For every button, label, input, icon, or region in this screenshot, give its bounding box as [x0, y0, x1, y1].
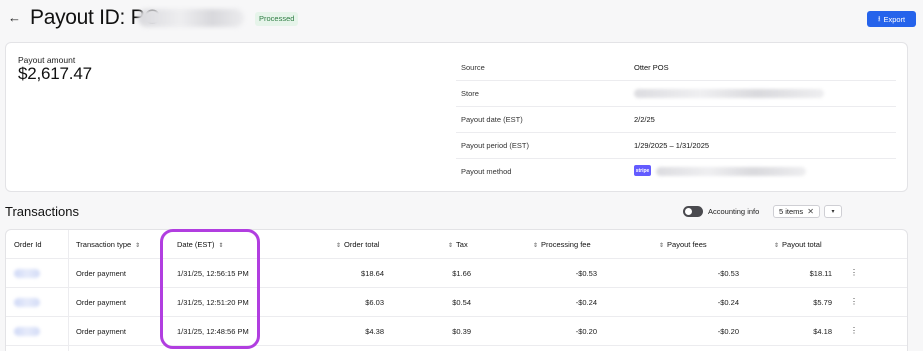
col-header-order-total[interactable]: ⇕ Order total [336, 240, 379, 249]
cell-tax: $1.66 [452, 269, 471, 278]
col-header-label: Payout total [782, 240, 822, 249]
payout-summary-card: Payout amount $2,617.47 Source Otter POS… [5, 42, 908, 192]
cell-tax: $0.39 [452, 327, 471, 336]
cell-type: Order payment [76, 298, 127, 307]
cell-processing-fee: -$0.24 [575, 298, 597, 307]
redacted-order-id[interactable] [14, 327, 40, 336]
col-header-tax[interactable]: ⇕ Tax [448, 240, 468, 249]
cell-processing-fee: -$0.53 [575, 269, 597, 278]
more-options-icon[interactable]: ⋮ [850, 297, 858, 306]
detail-label: Store [461, 89, 479, 98]
detail-value: Otter POS [634, 63, 669, 72]
redacted-order-id[interactable] [14, 298, 40, 307]
payout-amount-value: $2,617.47 [18, 64, 92, 83]
cell-payout-fees: -$0.24 [717, 298, 739, 307]
cell-order-total: $4.38 [365, 327, 384, 336]
redacted-store-name [634, 89, 824, 98]
col-header-order-id: Order Id [14, 240, 42, 249]
cell-date: 1/31/25, 12:48:56 PM [177, 327, 249, 336]
stripe-logo-icon: stripe [634, 165, 651, 176]
detail-row-source: Source Otter POS [456, 55, 896, 81]
redacted-order-id[interactable] [14, 269, 40, 278]
table-row[interactable]: Order payment 1/31/25, 12:56:15 PM $18.6… [6, 258, 907, 287]
accounting-info-toggle[interactable] [683, 206, 703, 217]
col-header-transaction-type[interactable]: Transaction type ⇕ [76, 240, 140, 249]
col-header-label: Processing fee [541, 240, 591, 249]
col-header-processing-fee[interactable]: ⇕ Processing fee [533, 240, 591, 249]
export-label: Export [883, 14, 906, 24]
cell-type: Order payment [76, 269, 127, 278]
detail-label: Payout date (EST) [461, 115, 523, 124]
more-options-icon[interactable]: ⋮ [850, 326, 858, 335]
table-row[interactable]: Order payment 1/31/25, 12:51:20 PM $6.03… [6, 287, 907, 316]
cell-order-total: $6.03 [365, 298, 384, 307]
detail-value: 1/29/2025 – 1/31/2025 [634, 141, 710, 150]
col-header-label: Payout fees [667, 240, 707, 249]
sort-icon[interactable]: ⇕ [336, 243, 341, 249]
redacted-payout-method [656, 167, 806, 176]
detail-label: Payout period (EST) [461, 141, 529, 150]
detail-label: Source [461, 63, 485, 72]
table-row-partial [6, 345, 907, 351]
back-arrow-icon[interactable]: ← [8, 10, 21, 25]
cell-payout-total: $4.18 [813, 327, 832, 336]
cell-type: Order payment [76, 327, 127, 336]
sort-icon[interactable]: ⇕ [774, 243, 779, 249]
items-filter-chip[interactable]: 5 items ✕ [773, 205, 820, 218]
page-header: ← Payout ID: PO- Processed ⭳ Export [0, 0, 923, 38]
download-icon: ⭳ [877, 13, 881, 23]
transactions-heading: Transactions [5, 204, 79, 219]
sort-icon[interactable]: ⇕ [448, 243, 453, 249]
cell-processing-fee: -$0.20 [575, 327, 597, 336]
sort-icon[interactable]: ⇕ [135, 243, 140, 249]
cell-payout-total: $18.11 [809, 269, 832, 278]
cell-payout-fees: -$0.20 [717, 327, 739, 336]
cell-payout-fees: -$0.53 [717, 269, 739, 278]
cell-payout-total: $5.79 [813, 298, 832, 307]
col-header-label: Order total [344, 240, 380, 249]
cell-tax: $0.54 [452, 298, 471, 307]
col-header-label: Date (EST) [177, 240, 215, 249]
status-badge: Processed [255, 12, 299, 26]
more-options-icon[interactable]: ⋮ [850, 268, 858, 277]
col-header-label: Tax [456, 240, 468, 249]
detail-label: Payout method [461, 167, 512, 176]
accounting-info-label: Accounting info [708, 207, 760, 216]
redacted-payout-id [138, 9, 244, 27]
col-header-label: Transaction type [76, 240, 132, 249]
col-header-payout-fees[interactable]: ⇕ Payout fees [659, 240, 707, 249]
export-button[interactable]: ⭳ Export [867, 11, 916, 27]
detail-row-payout-period: Payout period (EST) 1/29/2025 – 1/31/202… [456, 133, 896, 159]
col-header-payout-total[interactable]: ⇕ Payout total [774, 240, 822, 249]
items-chip-label: 5 items [779, 207, 804, 216]
col-header-date[interactable]: Date (EST) ⇕ [177, 240, 224, 249]
chevron-down-icon[interactable]: ▾ [824, 205, 842, 218]
cell-date: 1/31/25, 12:56:15 PM [177, 269, 249, 278]
sort-icon[interactable]: ⇕ [659, 243, 664, 249]
cell-date: 1/31/25, 12:51:20 PM [177, 298, 249, 307]
cell-order-total: $18.64 [361, 269, 384, 278]
detail-row-payout-method: Payout method stripe [456, 159, 896, 185]
sort-icon[interactable]: ⇕ [219, 243, 224, 249]
detail-row-store: Store [456, 81, 896, 107]
detail-value: 2/2/25 [634, 115, 655, 124]
close-icon[interactable]: ✕ [807, 206, 814, 217]
transactions-table: Order Id Transaction type ⇕ Date (EST) ⇕ ⇕… [5, 229, 908, 351]
detail-row-payout-date: Payout date (EST) 2/2/25 [456, 107, 896, 133]
sort-icon[interactable]: ⇕ [533, 243, 538, 249]
table-row[interactable]: Order payment 1/31/25, 12:48:56 PM $4.38… [6, 316, 907, 345]
